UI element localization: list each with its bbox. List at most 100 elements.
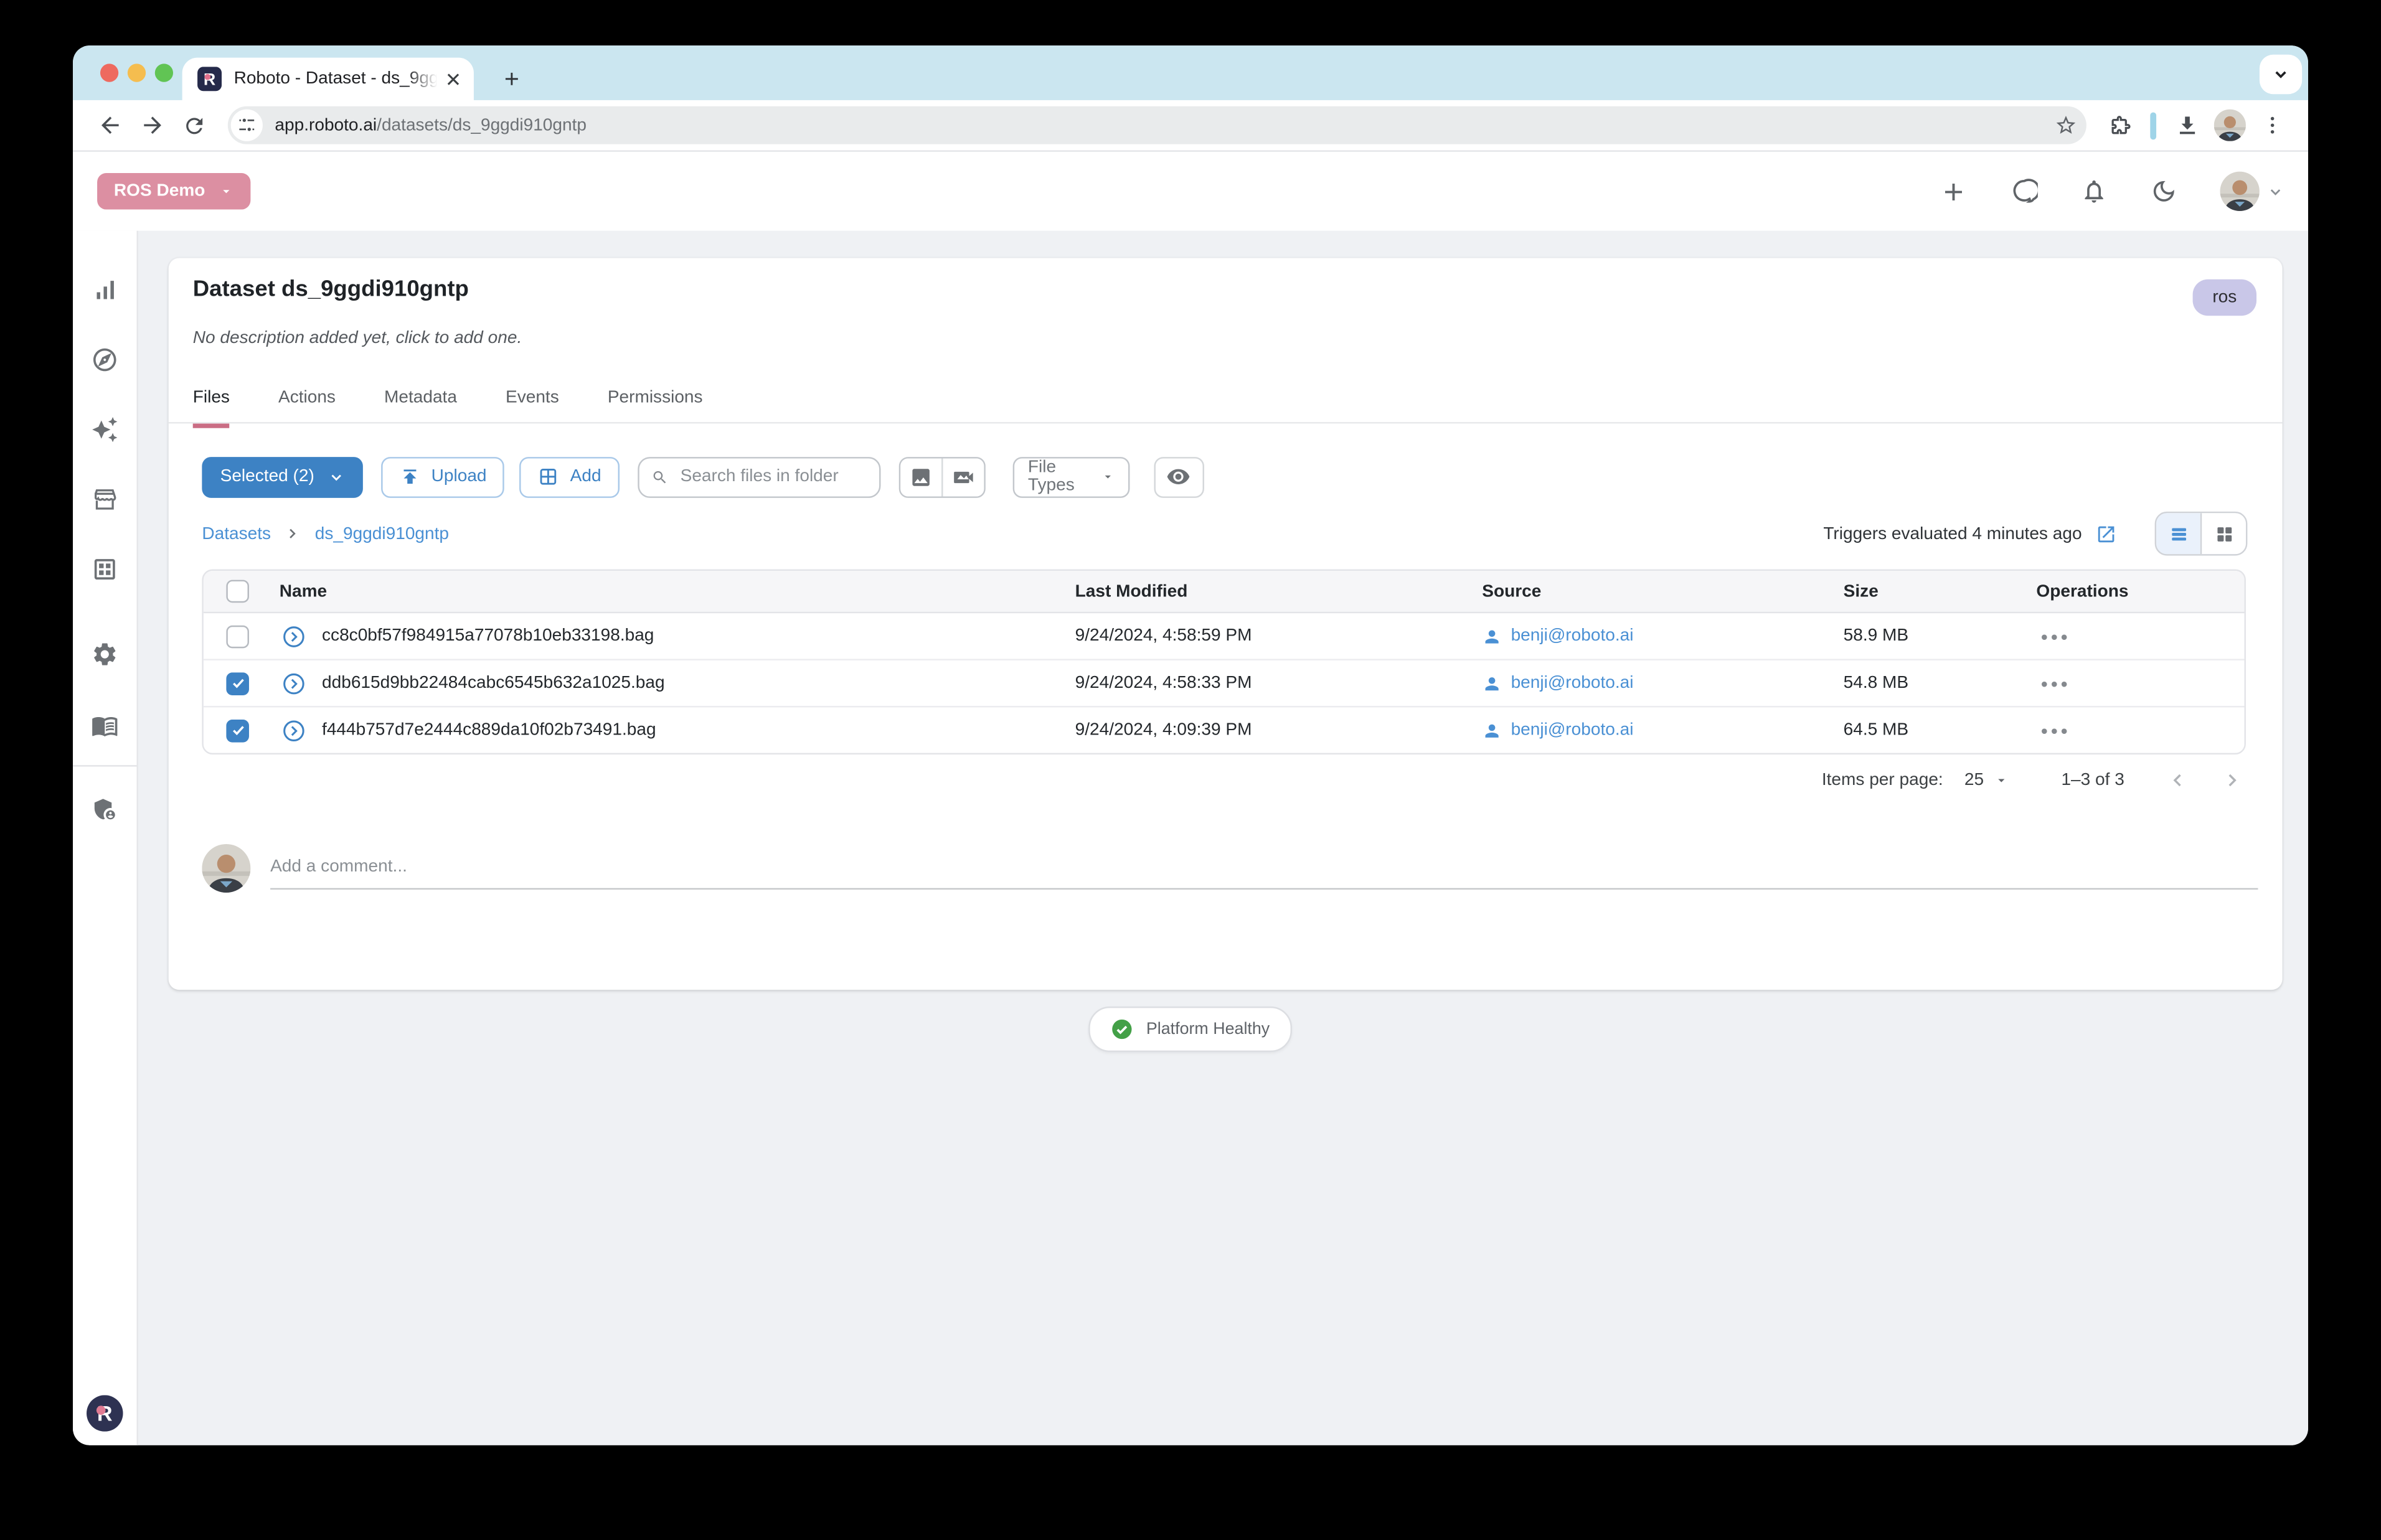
sidebar-item-marketplace[interactable] bbox=[73, 486, 136, 513]
forward-button[interactable] bbox=[131, 104, 173, 146]
row-checkbox[interactable] bbox=[226, 672, 249, 695]
sidebar-item-explore[interactable] bbox=[73, 346, 136, 373]
forward-arrow-icon bbox=[139, 112, 164, 138]
gear-icon bbox=[91, 641, 118, 668]
eye-icon bbox=[1167, 464, 1191, 489]
tabs-divider bbox=[169, 422, 2283, 423]
sidebar-item-settings[interactable] bbox=[73, 641, 136, 668]
file-modified: 54.8 MB bbox=[1844, 674, 2037, 692]
file-name[interactable]: cc8c0bf57f984915a77078b10eb33198.bag bbox=[322, 627, 654, 645]
back-button[interactable] bbox=[88, 104, 130, 146]
url-bar[interactable]: app.roboto.ai/datasets/ds_9ggdi910gntp bbox=[228, 106, 2086, 144]
create-new-button[interactable] bbox=[1939, 177, 1968, 205]
moon-icon bbox=[2150, 177, 2177, 205]
file-name[interactable]: f444b757d7e2444c889da10f02b73491.bag bbox=[322, 721, 656, 739]
dataset-tag[interactable]: ros bbox=[2193, 279, 2256, 316]
row-operations-button[interactable]: ••• bbox=[2036, 672, 2244, 695]
column-source[interactable]: Source bbox=[1482, 582, 1843, 600]
workspace: R Dataset ds_9ggdi910gntp ros No descrip… bbox=[73, 231, 2308, 1445]
sidebar-item-ai[interactable] bbox=[73, 416, 136, 443]
table-row[interactable]: f444b757d7e2444c889da10f02b73491.bag 9/2… bbox=[204, 706, 2245, 753]
previous-page-button[interactable] bbox=[2167, 769, 2188, 791]
traffic-light-minimize[interactable] bbox=[128, 63, 146, 82]
tab-search-button[interactable] bbox=[2260, 55, 2302, 94]
storefront-icon bbox=[91, 486, 118, 513]
reload-button[interactable] bbox=[173, 104, 215, 146]
grid-view-button[interactable] bbox=[2200, 513, 2246, 554]
breadcrumb-row: Datasets ds_9ggdi910gntp Triggers evalua… bbox=[202, 510, 2247, 557]
upload-button[interactable]: Upload bbox=[381, 456, 505, 497]
column-name[interactable]: Name bbox=[258, 582, 1075, 600]
column-size[interactable]: Size bbox=[1844, 582, 2037, 600]
feedback-button[interactable] bbox=[2011, 177, 2038, 205]
comment-input[interactable] bbox=[270, 848, 2258, 889]
browser-navbar: app.roboto.ai/datasets/ds_9ggdi910gntp bbox=[73, 100, 2308, 152]
tab-close-icon[interactable]: ✕ bbox=[445, 69, 462, 89]
breadcrumb-datasets-link[interactable]: Datasets bbox=[202, 525, 271, 543]
file-types-select[interactable]: File Types bbox=[1013, 456, 1130, 497]
next-page-button[interactable] bbox=[2222, 769, 2243, 791]
row-checkbox[interactable] bbox=[226, 719, 249, 742]
extensions-button[interactable] bbox=[2098, 104, 2141, 146]
file-source-link[interactable]: benji@roboto.ai bbox=[1511, 674, 1634, 692]
file-source-link[interactable]: benji@roboto.ai bbox=[1511, 627, 1634, 645]
site-settings-button[interactable] bbox=[231, 110, 263, 141]
expand-row-button[interactable] bbox=[283, 719, 306, 742]
new-tab-button[interactable] bbox=[492, 59, 531, 98]
file-name[interactable]: ddb615d9bb22484cabc6545b632a1025.bag bbox=[322, 674, 665, 692]
chat-bubble-icon bbox=[2011, 177, 2038, 205]
selected-label: Selected (2) bbox=[220, 467, 314, 486]
shield-person-icon bbox=[91, 796, 118, 823]
file-types-label: File Types bbox=[1028, 459, 1101, 495]
browser-profile-button[interactable] bbox=[2208, 104, 2250, 146]
video-preview-button[interactable] bbox=[941, 458, 984, 495]
expand-row-button[interactable] bbox=[283, 625, 306, 648]
selected-dropdown-button[interactable]: Selected (2) bbox=[202, 456, 363, 497]
breadcrumb: Datasets ds_9ggdi910gntp bbox=[202, 525, 449, 543]
traffic-light-close[interactable] bbox=[100, 63, 118, 82]
file-modified: 9/24/2024, 4:58:59 PM bbox=[1075, 627, 1483, 645]
table-row[interactable]: cc8c0bf57f984915a77078b10eb33198.bag 9/2… bbox=[204, 613, 2245, 659]
dataset-description[interactable]: No description added yet, click to add o… bbox=[193, 329, 522, 347]
account-menu[interactable] bbox=[2220, 172, 2283, 211]
platform-status[interactable]: Platform Healthy bbox=[1088, 1007, 1293, 1052]
row-checkbox[interactable] bbox=[226, 625, 249, 648]
roboto-logo[interactable]: R bbox=[87, 1395, 123, 1432]
per-page-value: 25 bbox=[1964, 771, 1984, 789]
bell-icon bbox=[2080, 177, 2108, 205]
sidebar-item-datasets[interactable] bbox=[73, 556, 136, 583]
table-row[interactable]: ddb615d9bb22484cabc6545b632a1025.bag 9/2… bbox=[204, 659, 2245, 706]
browser-tab[interactable]: R Roboto - Dataset - ds_9ggdi910gntp ✕ bbox=[182, 58, 474, 100]
breadcrumb-current-link[interactable]: ds_9ggdi910gntp bbox=[315, 525, 449, 543]
image-preview-button[interactable] bbox=[900, 458, 941, 495]
add-button[interactable]: Add bbox=[520, 456, 620, 497]
org-switcher-button[interactable]: ROS Demo bbox=[97, 173, 251, 210]
sidebar-item-analytics[interactable] bbox=[73, 276, 136, 304]
comment-section bbox=[202, 844, 2258, 893]
browser-menu-button[interactable] bbox=[2250, 104, 2293, 146]
search-input[interactable] bbox=[677, 466, 867, 487]
check-icon bbox=[230, 675, 245, 690]
notifications-button[interactable] bbox=[2080, 177, 2108, 205]
file-source-link[interactable]: benji@roboto.ai bbox=[1511, 721, 1634, 739]
row-operations-button[interactable]: ••• bbox=[2036, 625, 2244, 648]
triggers-open-link[interactable] bbox=[2096, 523, 2117, 544]
column-operations: Operations bbox=[2036, 582, 2244, 600]
list-view-button[interactable] bbox=[2156, 513, 2200, 554]
plus-icon bbox=[501, 68, 522, 90]
video-camera-icon bbox=[952, 465, 975, 488]
items-per-page-select[interactable]: 25 bbox=[1964, 771, 2010, 789]
grid-add-icon bbox=[538, 466, 559, 487]
select-all-checkbox[interactable] bbox=[226, 580, 249, 603]
file-search[interactable] bbox=[638, 456, 880, 497]
bookmark-button[interactable] bbox=[2055, 114, 2078, 137]
sidebar-item-admin[interactable] bbox=[73, 796, 136, 823]
sidebar-item-docs[interactable] bbox=[73, 712, 136, 739]
column-last-modified[interactable]: Last Modified bbox=[1075, 582, 1483, 600]
downloads-button[interactable] bbox=[2166, 104, 2208, 146]
traffic-light-zoom[interactable] bbox=[155, 63, 173, 82]
dark-mode-toggle[interactable] bbox=[2150, 177, 2177, 205]
row-operations-button[interactable]: ••• bbox=[2036, 719, 2244, 742]
visibility-toggle-button[interactable] bbox=[1154, 456, 1204, 497]
expand-row-button[interactable] bbox=[283, 672, 306, 695]
